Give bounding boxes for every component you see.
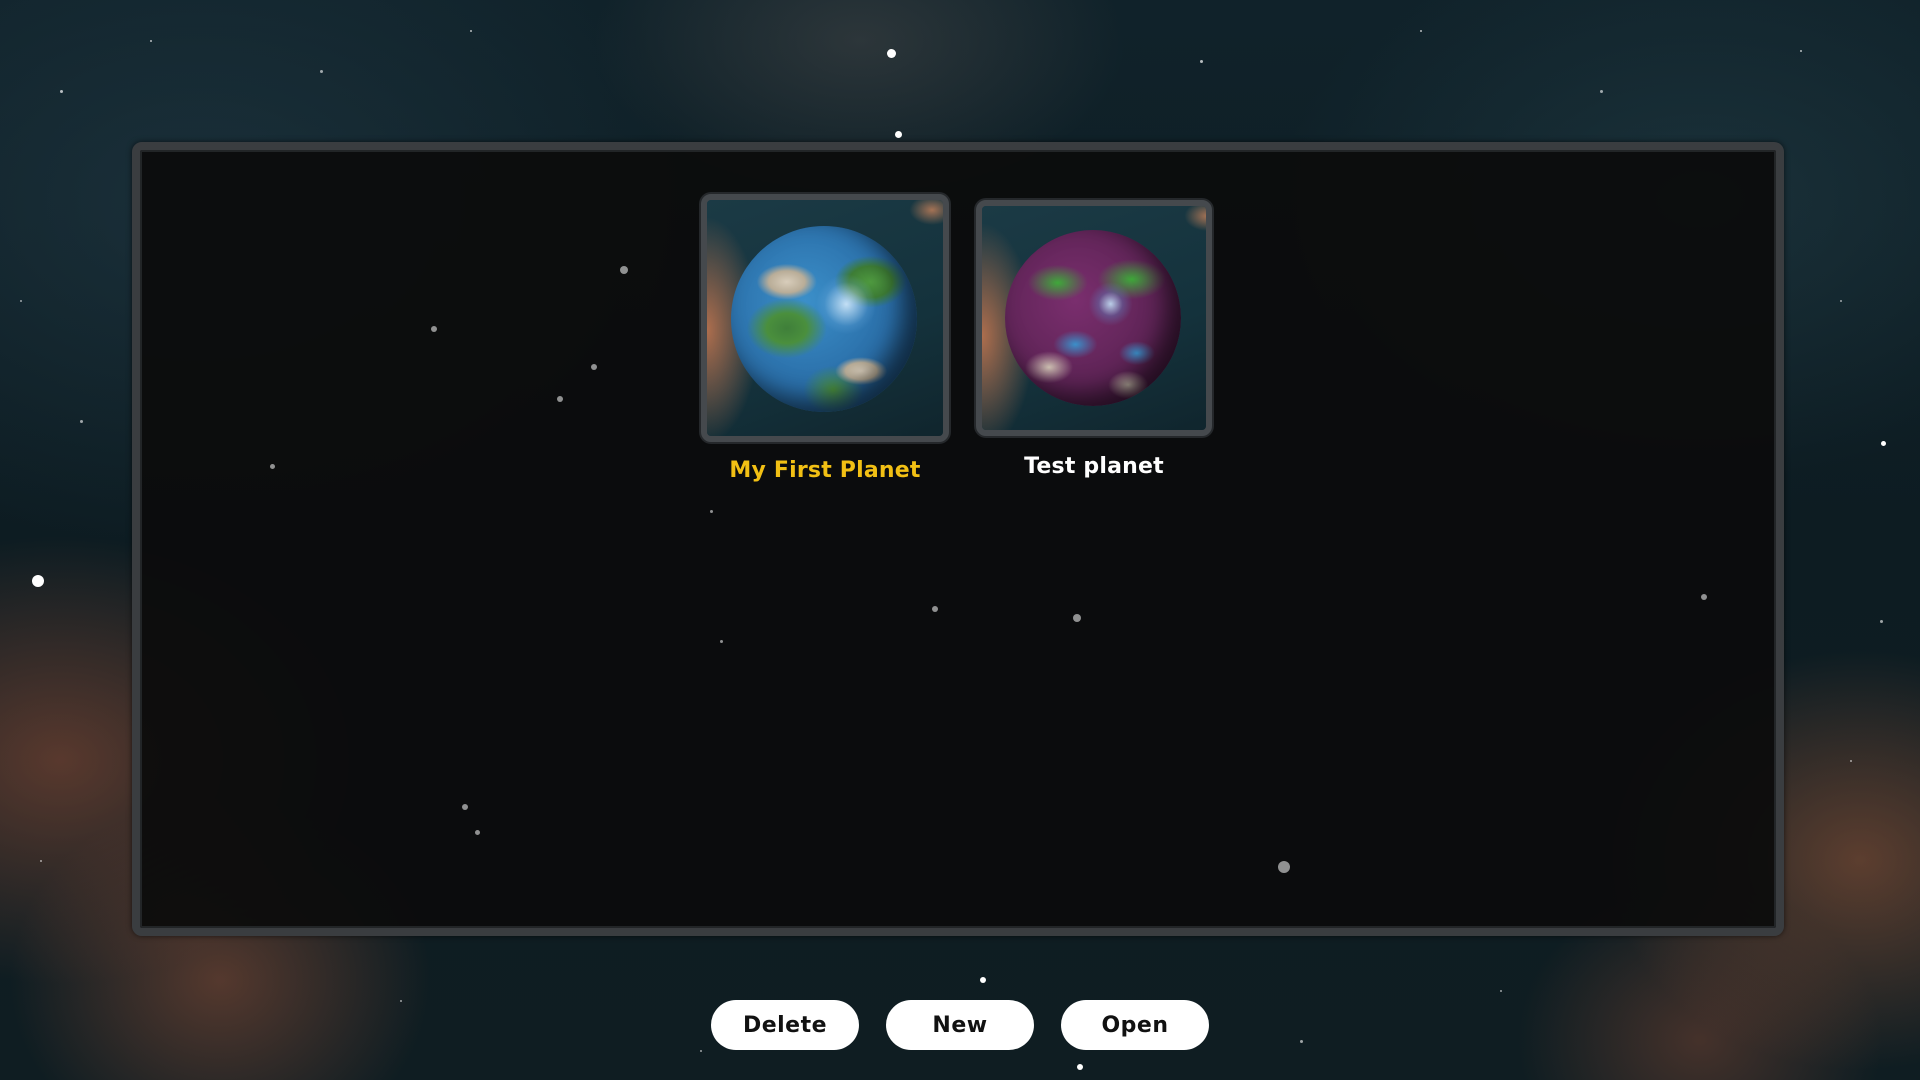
star <box>710 510 713 513</box>
star <box>1073 614 1081 622</box>
star <box>1880 620 1883 623</box>
star <box>557 396 563 402</box>
planet-card-test-planet[interactable]: Test planet <box>976 200 1216 500</box>
star <box>1500 990 1502 992</box>
planet-card-my-first-planet[interactable]: My First Planet <box>701 194 949 494</box>
star <box>620 266 628 274</box>
planet-name-label: My First Planet <box>729 458 921 483</box>
planet-name-label: Test planet <box>1024 454 1164 479</box>
planet-thumbnail[interactable] <box>976 200 1212 436</box>
star <box>32 575 44 587</box>
star <box>980 977 986 983</box>
earth-like-planet-image <box>731 226 917 412</box>
star <box>475 830 480 835</box>
panel-starfield <box>140 150 1776 928</box>
star <box>932 606 938 612</box>
star <box>720 640 723 643</box>
open-button[interactable]: Open <box>1061 1000 1209 1050</box>
delete-button[interactable]: Delete <box>711 1000 859 1050</box>
star <box>1881 441 1886 446</box>
star <box>1840 300 1842 302</box>
star <box>462 804 468 810</box>
star <box>887 49 896 58</box>
star <box>1800 50 1802 52</box>
star <box>270 464 275 469</box>
action-bar: Delete New Open <box>0 1000 1920 1050</box>
new-button[interactable]: New <box>886 1000 1034 1050</box>
star <box>1077 1064 1083 1070</box>
star <box>1600 90 1603 93</box>
star <box>320 70 323 73</box>
star <box>20 300 22 302</box>
alien-planet-image <box>1005 230 1181 406</box>
star <box>150 40 152 42</box>
star <box>700 1050 702 1052</box>
star <box>591 364 597 370</box>
star <box>1420 30 1422 32</box>
star <box>431 326 437 332</box>
star <box>895 131 902 138</box>
planet-thumbnail[interactable] <box>701 194 949 442</box>
star <box>470 30 472 32</box>
star <box>1701 594 1707 600</box>
planet-list-panel: My First Planet Test planet <box>132 142 1784 936</box>
star <box>60 90 63 93</box>
star <box>1278 861 1290 873</box>
star <box>1850 760 1852 762</box>
star <box>80 420 83 423</box>
star <box>1200 60 1203 63</box>
star <box>40 860 42 862</box>
